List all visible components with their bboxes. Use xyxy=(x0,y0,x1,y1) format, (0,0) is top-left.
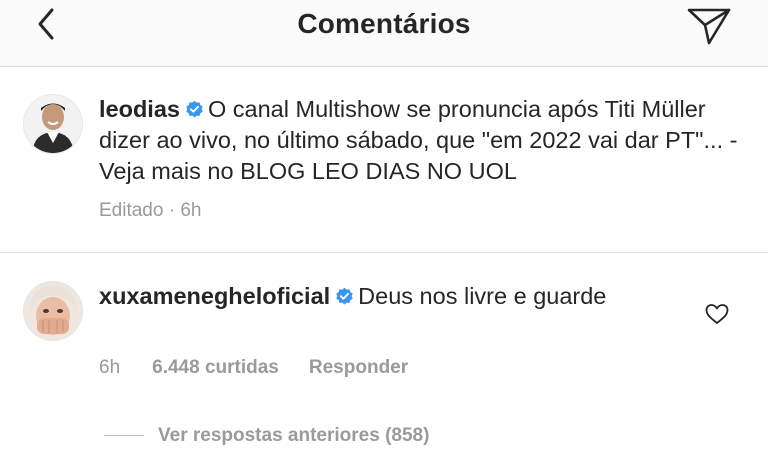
comment-meta: 6h 6.448 curtidas Responder xyxy=(99,357,438,379)
verified-badge-icon xyxy=(336,287,353,305)
comment-item: xuxamenegheloficial Deus nos livre e guar… xyxy=(0,253,768,471)
avatar[interactable] xyxy=(23,281,83,341)
verified-badge-icon xyxy=(186,100,203,118)
comments-screen: Comentários leodias O canal Multishow se … xyxy=(0,0,768,471)
reply-button[interactable]: Responder xyxy=(309,357,408,378)
replies-divider xyxy=(104,435,144,437)
comment-time: 6h xyxy=(99,357,121,378)
share-button[interactable] xyxy=(684,3,734,47)
username[interactable]: xuxamenegheloficial xyxy=(99,283,330,309)
post-caption: leodias O canal Multishow se pronuncia ap… xyxy=(0,66,768,253)
heart-icon xyxy=(705,304,729,324)
avatar[interactable] xyxy=(23,94,83,154)
view-replies-label: Ver respostas anteriores (858) xyxy=(158,425,430,446)
caption-meta: Editado · 6h xyxy=(99,200,202,221)
comment-text: Deus nos livre e guarde xyxy=(358,283,607,309)
like-button[interactable] xyxy=(704,302,730,326)
view-replies-button[interactable]: Ver respostas anteriores (858) xyxy=(104,425,429,447)
top-bar: Comentários xyxy=(0,0,768,67)
username[interactable]: leodias xyxy=(99,96,180,122)
likes-count[interactable]: 6.448 curtidas xyxy=(152,357,279,378)
page-title: Comentários xyxy=(297,8,471,39)
profile-photo xyxy=(24,282,82,340)
comment-text-block: xuxamenegheloficial Deus nos livre e guar… xyxy=(99,281,689,312)
paper-plane-icon xyxy=(687,8,731,45)
caption-text-block: leodias O canal Multishow se pronuncia ap… xyxy=(99,94,749,187)
profile-photo xyxy=(24,95,82,153)
